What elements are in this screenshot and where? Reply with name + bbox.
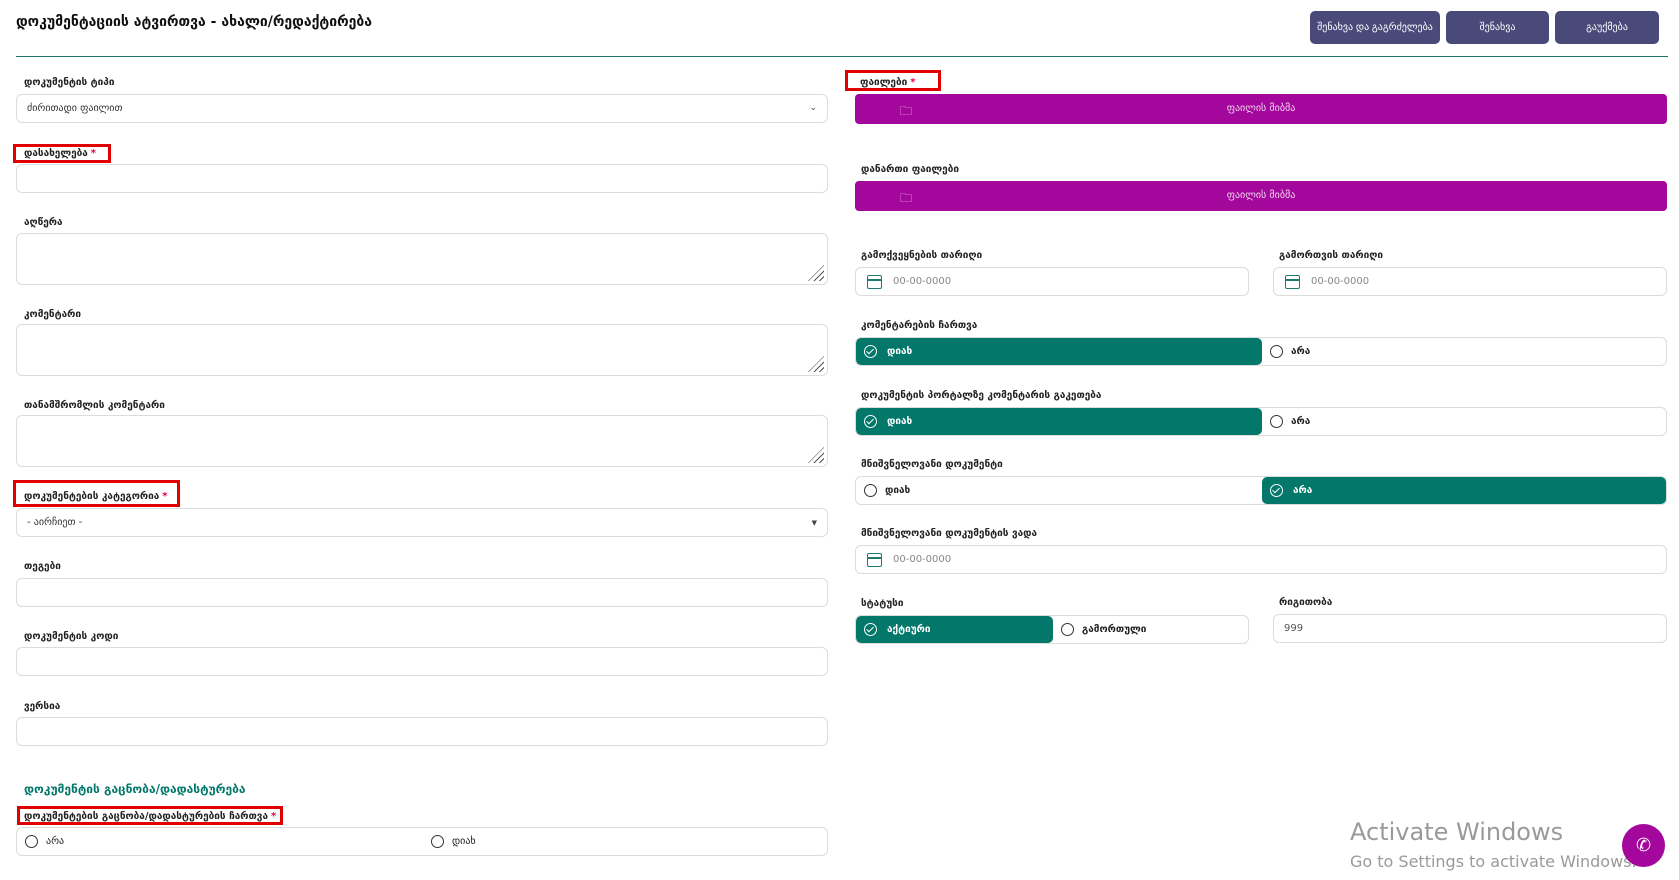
comments-enable-radio-group: დიახ არა xyxy=(855,337,1667,366)
important-yes-option[interactable]: დიახ xyxy=(856,477,1262,504)
tags-label: თეგები xyxy=(24,561,61,572)
order-input[interactable]: 999 xyxy=(1273,614,1667,643)
files-label: ფაილები * xyxy=(860,77,916,88)
chevron-down-icon: ⌄ xyxy=(809,103,817,113)
check-circle-icon xyxy=(864,415,877,428)
code-label: დოკუმენტის კოდი xyxy=(24,631,119,642)
resize-handle[interactable] xyxy=(808,356,824,372)
description-textarea[interactable] xyxy=(16,233,828,285)
check-circle-icon xyxy=(864,623,877,636)
resize-handle[interactable] xyxy=(808,265,824,281)
doc-type-value: ძირითადი ფაილით xyxy=(27,103,123,114)
employee-comment-label: თანამშრომლის კომენტარი xyxy=(24,400,165,411)
radio-circle-icon xyxy=(431,835,444,848)
calendar-icon xyxy=(1285,275,1300,289)
important-doc-label: მნიშვნელოვანი დოკუმენტი xyxy=(861,459,1003,470)
calendar-icon xyxy=(867,553,882,567)
phone-call-button[interactable]: ✆ xyxy=(1622,824,1665,867)
activate-windows-subtitle: Go to Settings to activate Windows. xyxy=(1350,852,1637,871)
status-active-option[interactable]: აქტიური xyxy=(856,616,1053,643)
comment-textarea[interactable] xyxy=(16,324,828,376)
attach-extra-file-label: ფაილის მიბმა xyxy=(1226,190,1296,201)
cancel-button[interactable]: გაუქმება xyxy=(1555,11,1659,44)
activate-windows-title: Activate Windows xyxy=(1350,818,1564,846)
comments-enable-label: კომენტარების ჩართვა xyxy=(861,320,978,331)
doc-type-label: დოკუმენტის ტიპი xyxy=(24,77,115,88)
save-continue-button[interactable]: შენახვა და გაგრძელება xyxy=(1310,11,1440,44)
removal-date-label: გამორთვის თარიღი xyxy=(1279,250,1384,261)
description-label: აღწერა xyxy=(24,217,63,228)
comments-no-option[interactable]: არა xyxy=(1262,338,1666,365)
removal-date-input[interactable]: 00-00-0000 xyxy=(1273,267,1667,296)
important-deadline-placeholder: 00-00-0000 xyxy=(893,554,952,565)
ack-section-title: დოკუმენტის გაცნობა/დადასტურება xyxy=(24,782,246,796)
radio-circle-icon xyxy=(864,484,877,497)
doc-type-select[interactable]: ძირითადი ფაილით ⌄ xyxy=(16,94,828,123)
category-select[interactable]: - აირჩიეთ - ▼ xyxy=(16,508,828,537)
tags-input[interactable] xyxy=(16,578,828,607)
important-deadline-input[interactable]: 00-00-0000 xyxy=(855,545,1667,574)
radio-circle-icon xyxy=(1270,415,1283,428)
name-input[interactable] xyxy=(16,164,828,193)
version-label: ვერსია xyxy=(24,701,61,712)
version-input[interactable] xyxy=(16,717,828,746)
important-no-option[interactable]: არა xyxy=(1262,477,1666,504)
ack-enable-label: დოკუმენტების გაცნობა/დადასტურების ჩართვა… xyxy=(24,811,277,822)
portal-comment-yes-option[interactable]: დიახ xyxy=(856,408,1262,435)
comment-on-portal-label: დოკუმენტის პორტალზე კომენტარის გაკეთება xyxy=(861,390,1102,401)
code-input[interactable] xyxy=(16,647,828,676)
attached-files-label: დანართი ფაილები xyxy=(861,164,959,175)
status-label: სტატუსი xyxy=(861,598,904,609)
save-button[interactable]: შენახვა xyxy=(1446,11,1549,44)
page-title: დოკუმენტაციის ატვირთვა - ახალი/რედაქტირე… xyxy=(16,14,373,30)
publish-date-placeholder: 00-00-0000 xyxy=(893,276,952,287)
portal-comment-no-option[interactable]: არა xyxy=(1262,408,1666,435)
phone-icon: ✆ xyxy=(1635,835,1652,856)
comment-on-portal-radio-group: დიახ არა xyxy=(855,407,1667,436)
name-label: დასახელება * xyxy=(24,148,97,159)
attach-extra-file-button[interactable]: 🗀 ფაილის მიბმა xyxy=(855,181,1667,211)
category-label: დოკუმენტების კატეგორია * xyxy=(24,491,168,502)
category-value: - აირჩიეთ - xyxy=(27,517,83,528)
publish-date-label: გამოქვეყნების თარიღი xyxy=(861,250,983,261)
comment-label: კომენტარი xyxy=(24,309,82,320)
resize-handle[interactable] xyxy=(808,447,824,463)
ack-enable-radio-group: არა დიახ xyxy=(16,827,828,856)
radio-circle-icon xyxy=(1270,345,1283,358)
check-circle-icon xyxy=(864,345,877,358)
ack-yes-option[interactable]: დიახ xyxy=(423,828,827,855)
employee-comment-textarea[interactable] xyxy=(16,415,828,467)
order-value: 999 xyxy=(1284,623,1304,634)
status-inactive-option[interactable]: გამორთული xyxy=(1053,616,1248,643)
check-circle-icon xyxy=(1270,484,1283,497)
order-label: რიგითობა xyxy=(1279,597,1333,608)
ack-no-option[interactable]: არა xyxy=(17,828,423,855)
header-divider xyxy=(16,56,1668,57)
radio-circle-icon xyxy=(25,835,38,848)
calendar-icon xyxy=(867,275,882,289)
important-doc-radio-group: დიახ არა xyxy=(855,476,1667,505)
attach-file-label: ფაილის მიბმა xyxy=(1226,103,1296,114)
attach-file-button[interactable]: 🗀 ფაილის მიბმა xyxy=(855,94,1667,124)
important-deadline-label: მნიშვნელოვანი დოკუმენტის ვადა xyxy=(861,528,1037,539)
comments-yes-option[interactable]: დიახ xyxy=(856,338,1262,365)
removal-date-placeholder: 00-00-0000 xyxy=(1311,276,1370,287)
caret-down-icon: ▼ xyxy=(811,519,817,527)
publish-date-input[interactable]: 00-00-0000 xyxy=(855,267,1249,296)
status-radio-group: აქტიური გამორთული xyxy=(855,615,1249,644)
radio-circle-icon xyxy=(1061,623,1074,636)
